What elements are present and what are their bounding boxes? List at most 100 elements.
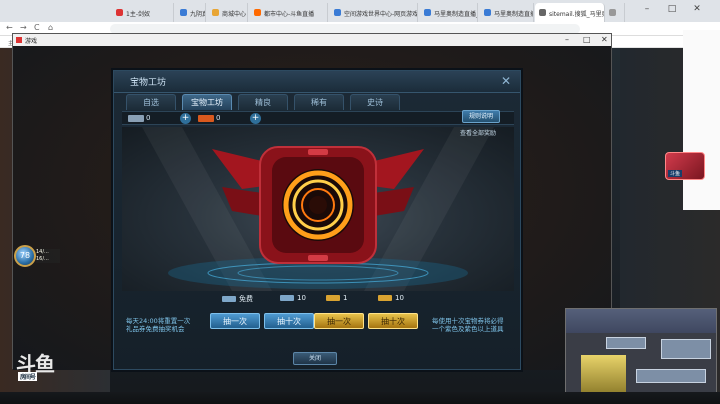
close-window-button[interactable]: ✕: [690, 4, 704, 14]
note-line: 一个紫色及紫色以上道具: [432, 325, 504, 333]
ticket-icon: [198, 114, 214, 122]
browser-tab[interactable]: [605, 3, 625, 22]
tab-favicon: [334, 9, 341, 16]
back-icon[interactable]: ←: [6, 23, 13, 32]
minimize-button[interactable]: –: [640, 4, 654, 14]
minimap-room: [606, 337, 646, 349]
mp-text: 16/...: [36, 256, 49, 262]
draw-ten-ticket-button[interactable]: 抽十次: [368, 313, 418, 329]
tab-label: sitemail.搜狐_马里奥制造2: [549, 11, 604, 18]
dialog-title: 宝物工坊: [130, 78, 167, 88]
add-ticket-button[interactable]: +: [250, 113, 261, 124]
tab-label: 九阴真经(游戏测试): [190, 11, 205, 18]
tab-label: 空间游戏世界中心-网页游戏平台: [344, 11, 418, 18]
draw-ten-coupon-button[interactable]: 抽十次: [264, 313, 314, 329]
badge-label: 斗鱼: [668, 170, 683, 177]
tab-label: 1主-剑奴: [126, 11, 150, 18]
tab-favicon: [180, 9, 187, 16]
cost-label: 免费: [239, 295, 253, 303]
screen: 1主-剑奴 九阴真经(游戏测试) 商城中心 都市中心-斗鱼直播 空间游戏世界中心-网页游…: [0, 0, 720, 404]
douyu-logo: 斗鱼 房间号: [16, 348, 66, 386]
browser-tab[interactable]: 马里奥制造直播_马里奥制造直播: [420, 3, 478, 22]
tab-favicon: [116, 9, 123, 16]
draw-buttons-row: 每天24:00将重置一次 礼品券免费抽奖机会 抽一次 抽十次 抽一次 抽十次 每…: [114, 308, 522, 334]
browser-tab[interactable]: 九阴真经(游戏测试): [176, 3, 206, 22]
add-coupon-button[interactable]: +: [180, 113, 191, 124]
game-maximize-button[interactable]: □: [583, 35, 591, 44]
draw-once-ticket-button[interactable]: 抽一次: [314, 313, 364, 329]
ticket-icon: [326, 295, 340, 301]
maximize-button[interactable]: □: [665, 4, 679, 14]
game-app-icon: [16, 37, 22, 43]
close-icon[interactable]: ✕: [498, 73, 514, 89]
cost-label: 10: [297, 294, 306, 302]
minimap-room: [636, 369, 706, 383]
tab-label: 马里奥制造直播_马里奥制造直播: [494, 11, 534, 18]
hp-text: 14/...: [36, 249, 49, 255]
rules-button[interactable]: 规则说明: [462, 110, 500, 123]
browser-tab[interactable]: 商城中心: [208, 3, 248, 22]
cost-single-coupon: 免费: [222, 294, 253, 304]
tab-label: 都市中心-斗鱼直播: [264, 11, 315, 18]
forward-icon[interactable]: →: [20, 23, 27, 32]
cost-single-ticket: 1: [326, 294, 347, 302]
minimap-highlight: [581, 355, 626, 395]
tab-epic[interactable]: 史诗: [350, 94, 400, 110]
tab-fine[interactable]: 精良: [238, 94, 288, 110]
game-window-titlebar: 游戏 – □ ✕: [13, 34, 611, 46]
draw-cost-row: 免费 10 1 10: [122, 293, 514, 305]
tab-favicon: [424, 9, 431, 16]
coupon-icon: [280, 295, 294, 301]
tab-favicon: [254, 9, 261, 16]
tab-treasure-workshop[interactable]: 宝物工坊: [182, 94, 232, 110]
game-close-button[interactable]: ✕: [601, 35, 608, 44]
level-orb: 78: [14, 245, 36, 267]
treasure-machine-stage: [122, 127, 514, 291]
tab-custom[interactable]: 自选: [126, 94, 176, 110]
coupon-icon: [222, 296, 236, 302]
view-all-rewards-link[interactable]: 查看全部奖励: [460, 128, 496, 137]
room-number-label: 房间号: [18, 372, 38, 381]
coupon-icon: [128, 114, 144, 122]
dialog-header: 宝物工坊 ✕: [114, 71, 520, 93]
browser-tab[interactable]: 都市中心-斗鱼直播: [250, 3, 328, 22]
ticket-count: 0: [216, 114, 221, 122]
tab-favicon: [212, 9, 219, 16]
bottom-taskbar: [0, 392, 720, 404]
status-bars: 14/... 16/...: [36, 249, 60, 263]
browser-tab[interactable]: 马里奥制造直播_马里奥制造直播: [480, 3, 534, 22]
tab-label: 马里奥制造直播_马里奥制造直播: [434, 11, 477, 18]
cost-ten-ticket: 10: [378, 294, 404, 302]
coupon-count: 0: [146, 114, 151, 122]
note-line: 每使用十次宝物券将必得: [432, 317, 504, 325]
treasure-workshop-dialog: 宝物工坊 ✕ 自选 宝物工坊 精良 稀有 史诗 0 + 0 + 规则说明 查看全…: [113, 70, 521, 370]
right-side-panel: [683, 30, 720, 210]
ticket-currency: 0: [198, 114, 220, 124]
note-line: 礼品券免费抽奖机会: [126, 325, 185, 333]
streamer-badge[interactable]: 斗鱼: [665, 152, 705, 180]
browser-tab[interactable]: 1主-剑奴: [112, 3, 174, 22]
player-level-widget[interactable]: 78 14/... 16/...: [14, 245, 62, 267]
cost-label: 10: [395, 294, 404, 302]
close-dialog-button[interactable]: 关闭: [293, 352, 337, 365]
browser-tab[interactable]: 空间游戏世界中心-网页游戏平台: [330, 3, 418, 22]
home-icon[interactable]: ⌂: [48, 23, 53, 32]
note-line: 每天24:00将重置一次: [126, 317, 191, 325]
tab-label: 商城中心: [222, 11, 247, 18]
ticket-icon: [378, 295, 392, 301]
tab-favicon: [609, 9, 616, 16]
reload-icon[interactable]: C: [34, 23, 40, 32]
treasure-machine-illustration: [142, 127, 494, 291]
tab-rare[interactable]: 稀有: [294, 94, 344, 110]
game-window-title: 游戏: [25, 38, 38, 45]
currency-bar: 0 + 0 +: [122, 111, 514, 125]
cost-label: 1: [343, 294, 348, 302]
minimap-room: [661, 339, 711, 359]
minimap-header: [566, 309, 716, 333]
coupon-currency: 0: [128, 114, 150, 124]
draw-once-coupon-button[interactable]: 抽一次: [210, 313, 260, 329]
stream-minimap: [565, 308, 717, 400]
game-minimize-button[interactable]: –: [565, 35, 569, 44]
browser-tab[interactable]: sitemail.搜狐_马里奥制造2: [535, 3, 605, 22]
tab-favicon: [539, 9, 546, 16]
